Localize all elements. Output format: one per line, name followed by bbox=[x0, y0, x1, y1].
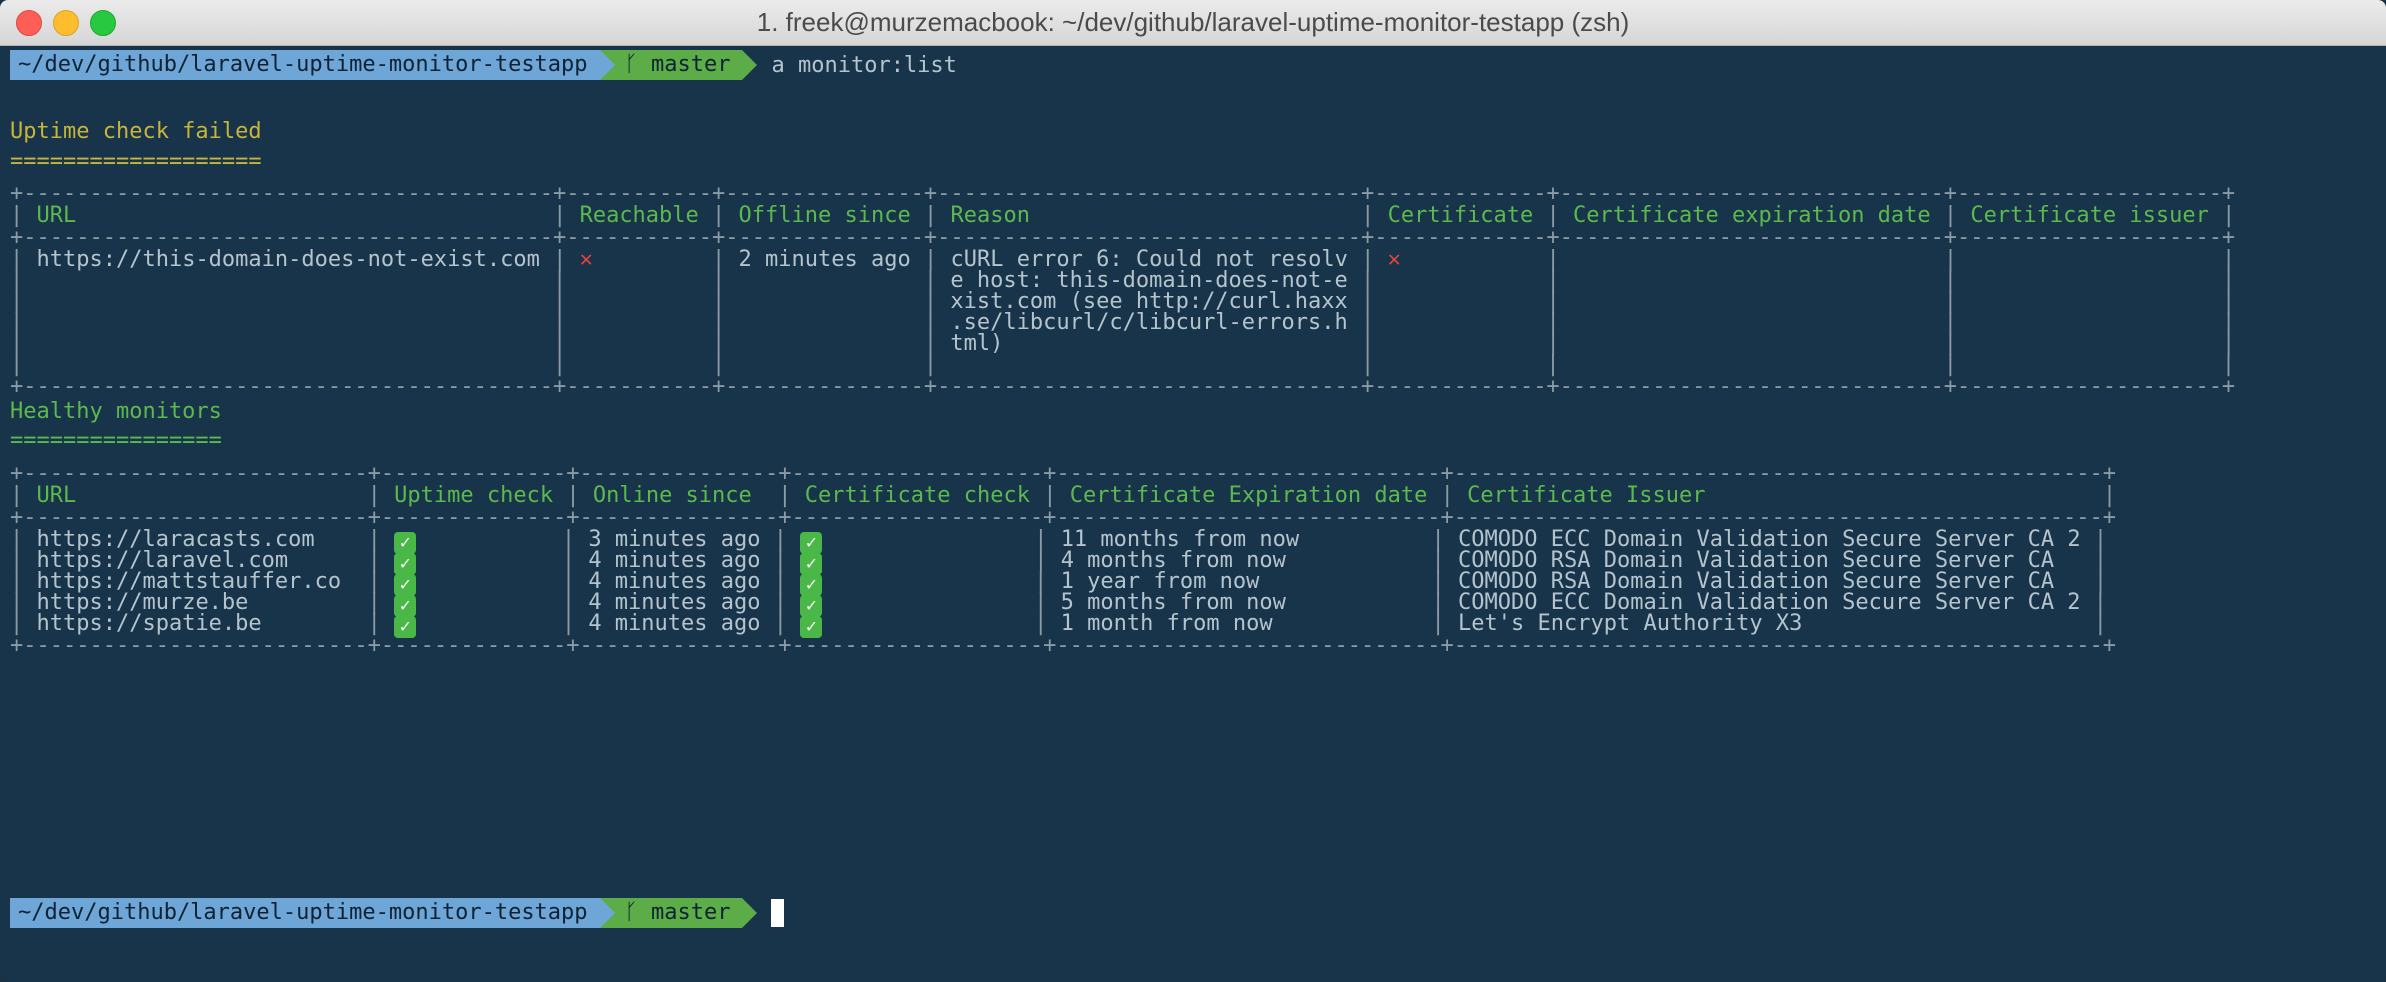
prompt-branch: ᚴ master bbox=[614, 50, 743, 80]
window-title: 1. freek@murzemacbook: ~/dev/github/lara… bbox=[756, 7, 1630, 37]
table-border: +---------------------------------------… bbox=[10, 374, 2236, 399]
prompt-line: ~/dev/github/laravel-uptime-monitor-test… bbox=[10, 50, 957, 80]
git-branch-icon: ᚴ bbox=[624, 52, 638, 77]
prompt-end-arrow bbox=[742, 50, 758, 80]
table-border: +--------------------------+------------… bbox=[10, 633, 2116, 658]
prompt-line-current: ~/dev/github/laravel-uptime-monitor-test… bbox=[10, 898, 785, 928]
git-branch-icon: ᚴ bbox=[624, 900, 638, 925]
branch-name: master bbox=[651, 52, 731, 77]
failed-section-title: Uptime check failed bbox=[10, 119, 262, 144]
prompt-separator bbox=[599, 898, 615, 928]
prompt-path: ~/dev/github/laravel-uptime-monitor-test… bbox=[10, 898, 600, 928]
branch-name: master bbox=[651, 900, 731, 925]
terminal-window: 1. freek@murzemacbook: ~/dev/github/lara… bbox=[0, 0, 2386, 982]
text-cursor[interactable] bbox=[771, 899, 785, 927]
healthy-section-underline: ================ bbox=[10, 428, 222, 453]
healthy-section-title: Healthy monitors bbox=[10, 399, 222, 424]
failed-section-underline: =================== bbox=[10, 149, 262, 174]
command-text: a monitor:list bbox=[771, 52, 957, 78]
title-bar: 1. freek@murzemacbook: ~/dev/github/lara… bbox=[0, 0, 2386, 46]
prompt-end-arrow bbox=[742, 898, 758, 928]
prompt-path: ~/dev/github/laravel-uptime-monitor-test… bbox=[10, 50, 600, 80]
prompt-separator bbox=[599, 50, 615, 80]
prompt-branch: ᚴ master bbox=[614, 898, 743, 928]
